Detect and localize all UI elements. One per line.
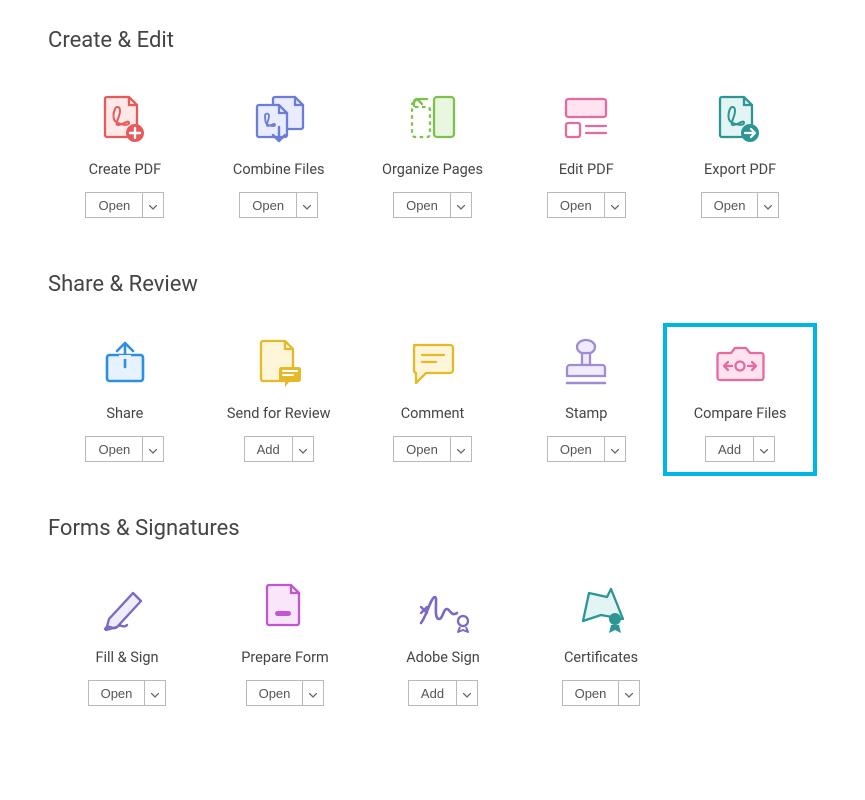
share-dropdown[interactable]	[142, 436, 164, 462]
tool-label: Share	[106, 405, 143, 422]
edit-pdf-open-button[interactable]: Open	[547, 192, 604, 218]
create-pdf-open-button[interactable]: Open	[85, 192, 142, 218]
tool-label: Send for Review	[227, 405, 331, 422]
combine-files-icon	[251, 91, 307, 147]
chevron-down-icon	[299, 442, 307, 457]
tool-label: Export PDF	[704, 161, 776, 178]
stamp-icon	[558, 335, 614, 391]
export-pdf-open-button[interactable]: Open	[701, 192, 758, 218]
adobe-sign-icon	[415, 579, 471, 635]
chevron-down-icon	[303, 198, 311, 213]
chevron-down-icon	[457, 198, 465, 213]
tool-combine-files[interactable]: Combine Files Open	[202, 79, 356, 232]
create-pdf-icon	[97, 91, 153, 147]
prepare-form-open-button[interactable]: Open	[246, 680, 303, 706]
tool-stamp[interactable]: Stamp Open	[509, 323, 663, 476]
tool-label: Edit PDF	[559, 161, 614, 178]
tool-send-for-review[interactable]: Send for Review Add	[202, 323, 356, 476]
tool-label: Prepare Form	[241, 649, 328, 666]
tool-share[interactable]: Share Open	[48, 323, 202, 476]
comment-dropdown[interactable]	[450, 436, 472, 462]
combine-files-open-button[interactable]: Open	[239, 192, 296, 218]
stamp-open-button[interactable]: Open	[547, 436, 604, 462]
certificates-open-button[interactable]: Open	[562, 680, 619, 706]
create-pdf-dropdown[interactable]	[142, 192, 164, 218]
share-open-button[interactable]: Open	[85, 436, 142, 462]
tool-create-pdf[interactable]: Create PDF Open	[48, 79, 202, 232]
compare-files-dropdown[interactable]	[753, 436, 775, 462]
share-icon	[97, 335, 153, 391]
comment-icon	[404, 335, 460, 391]
fill-sign-dropdown[interactable]	[144, 680, 166, 706]
chevron-down-icon	[457, 442, 465, 457]
tool-label: Comment	[401, 405, 465, 422]
fill-sign-open-button[interactable]: Open	[88, 680, 145, 706]
chevron-down-icon	[463, 686, 471, 701]
tool-label: Compare Files	[694, 405, 787, 422]
edit-pdf-dropdown[interactable]	[604, 192, 626, 218]
tool-fill-sign[interactable]: Fill & Sign Open	[48, 567, 206, 720]
section-title: Forms & Signatures	[48, 516, 817, 541]
section-title: Share & Review	[48, 272, 817, 297]
organize-pages-open-button[interactable]: Open	[393, 192, 450, 218]
tool-label: Create PDF	[89, 161, 162, 178]
prepare-form-icon	[257, 579, 313, 635]
comment-open-button[interactable]: Open	[393, 436, 450, 462]
chevron-down-icon	[611, 198, 619, 213]
tool-label: Adobe Sign	[406, 649, 480, 666]
tool-prepare-form[interactable]: Prepare Form Open	[206, 567, 364, 720]
tool-label: Fill & Sign	[95, 649, 158, 666]
prepare-form-dropdown[interactable]	[302, 680, 324, 706]
combine-files-dropdown[interactable]	[296, 192, 318, 218]
compare-files-add-button[interactable]: Add	[705, 436, 753, 462]
adobe-sign-add-button[interactable]: Add	[408, 680, 456, 706]
stamp-dropdown[interactable]	[604, 436, 626, 462]
chevron-down-icon	[764, 198, 772, 213]
organize-pages-icon	[404, 91, 460, 147]
chevron-down-icon	[611, 442, 619, 457]
chevron-down-icon	[151, 686, 159, 701]
export-pdf-dropdown[interactable]	[757, 192, 779, 218]
send-for-review-dropdown[interactable]	[292, 436, 314, 462]
adobe-sign-dropdown[interactable]	[456, 680, 478, 706]
certificates-icon	[573, 579, 629, 635]
organize-pages-dropdown[interactable]	[450, 192, 472, 218]
tool-organize-pages[interactable]: Organize Pages Open	[356, 79, 510, 232]
compare-files-icon	[712, 335, 768, 391]
edit-pdf-icon	[558, 91, 614, 147]
send-for-review-add-button[interactable]: Add	[244, 436, 292, 462]
chevron-down-icon	[309, 686, 317, 701]
chevron-down-icon	[149, 198, 157, 213]
tool-adobe-sign[interactable]: Adobe Sign Add	[364, 567, 522, 720]
tool-label: Organize Pages	[382, 161, 483, 178]
send-review-icon	[251, 335, 307, 391]
chevron-down-icon	[760, 442, 768, 457]
chevron-down-icon	[625, 686, 633, 701]
tool-comment[interactable]: Comment Open	[356, 323, 510, 476]
fill-sign-icon	[99, 579, 155, 635]
tool-label: Combine Files	[233, 161, 325, 178]
tool-compare-files[interactable]: Compare Files Add	[663, 323, 817, 476]
section-title: Create & Edit	[48, 28, 817, 53]
export-pdf-icon	[712, 91, 768, 147]
tool-export-pdf[interactable]: Export PDF Open	[663, 79, 817, 232]
tool-label: Certificates	[564, 649, 638, 666]
tool-edit-pdf[interactable]: Edit PDF Open	[509, 79, 663, 232]
tool-certificates[interactable]: Certificates Open	[522, 567, 680, 720]
tool-label: Stamp	[565, 405, 607, 422]
chevron-down-icon	[149, 442, 157, 457]
certificates-dropdown[interactable]	[618, 680, 640, 706]
